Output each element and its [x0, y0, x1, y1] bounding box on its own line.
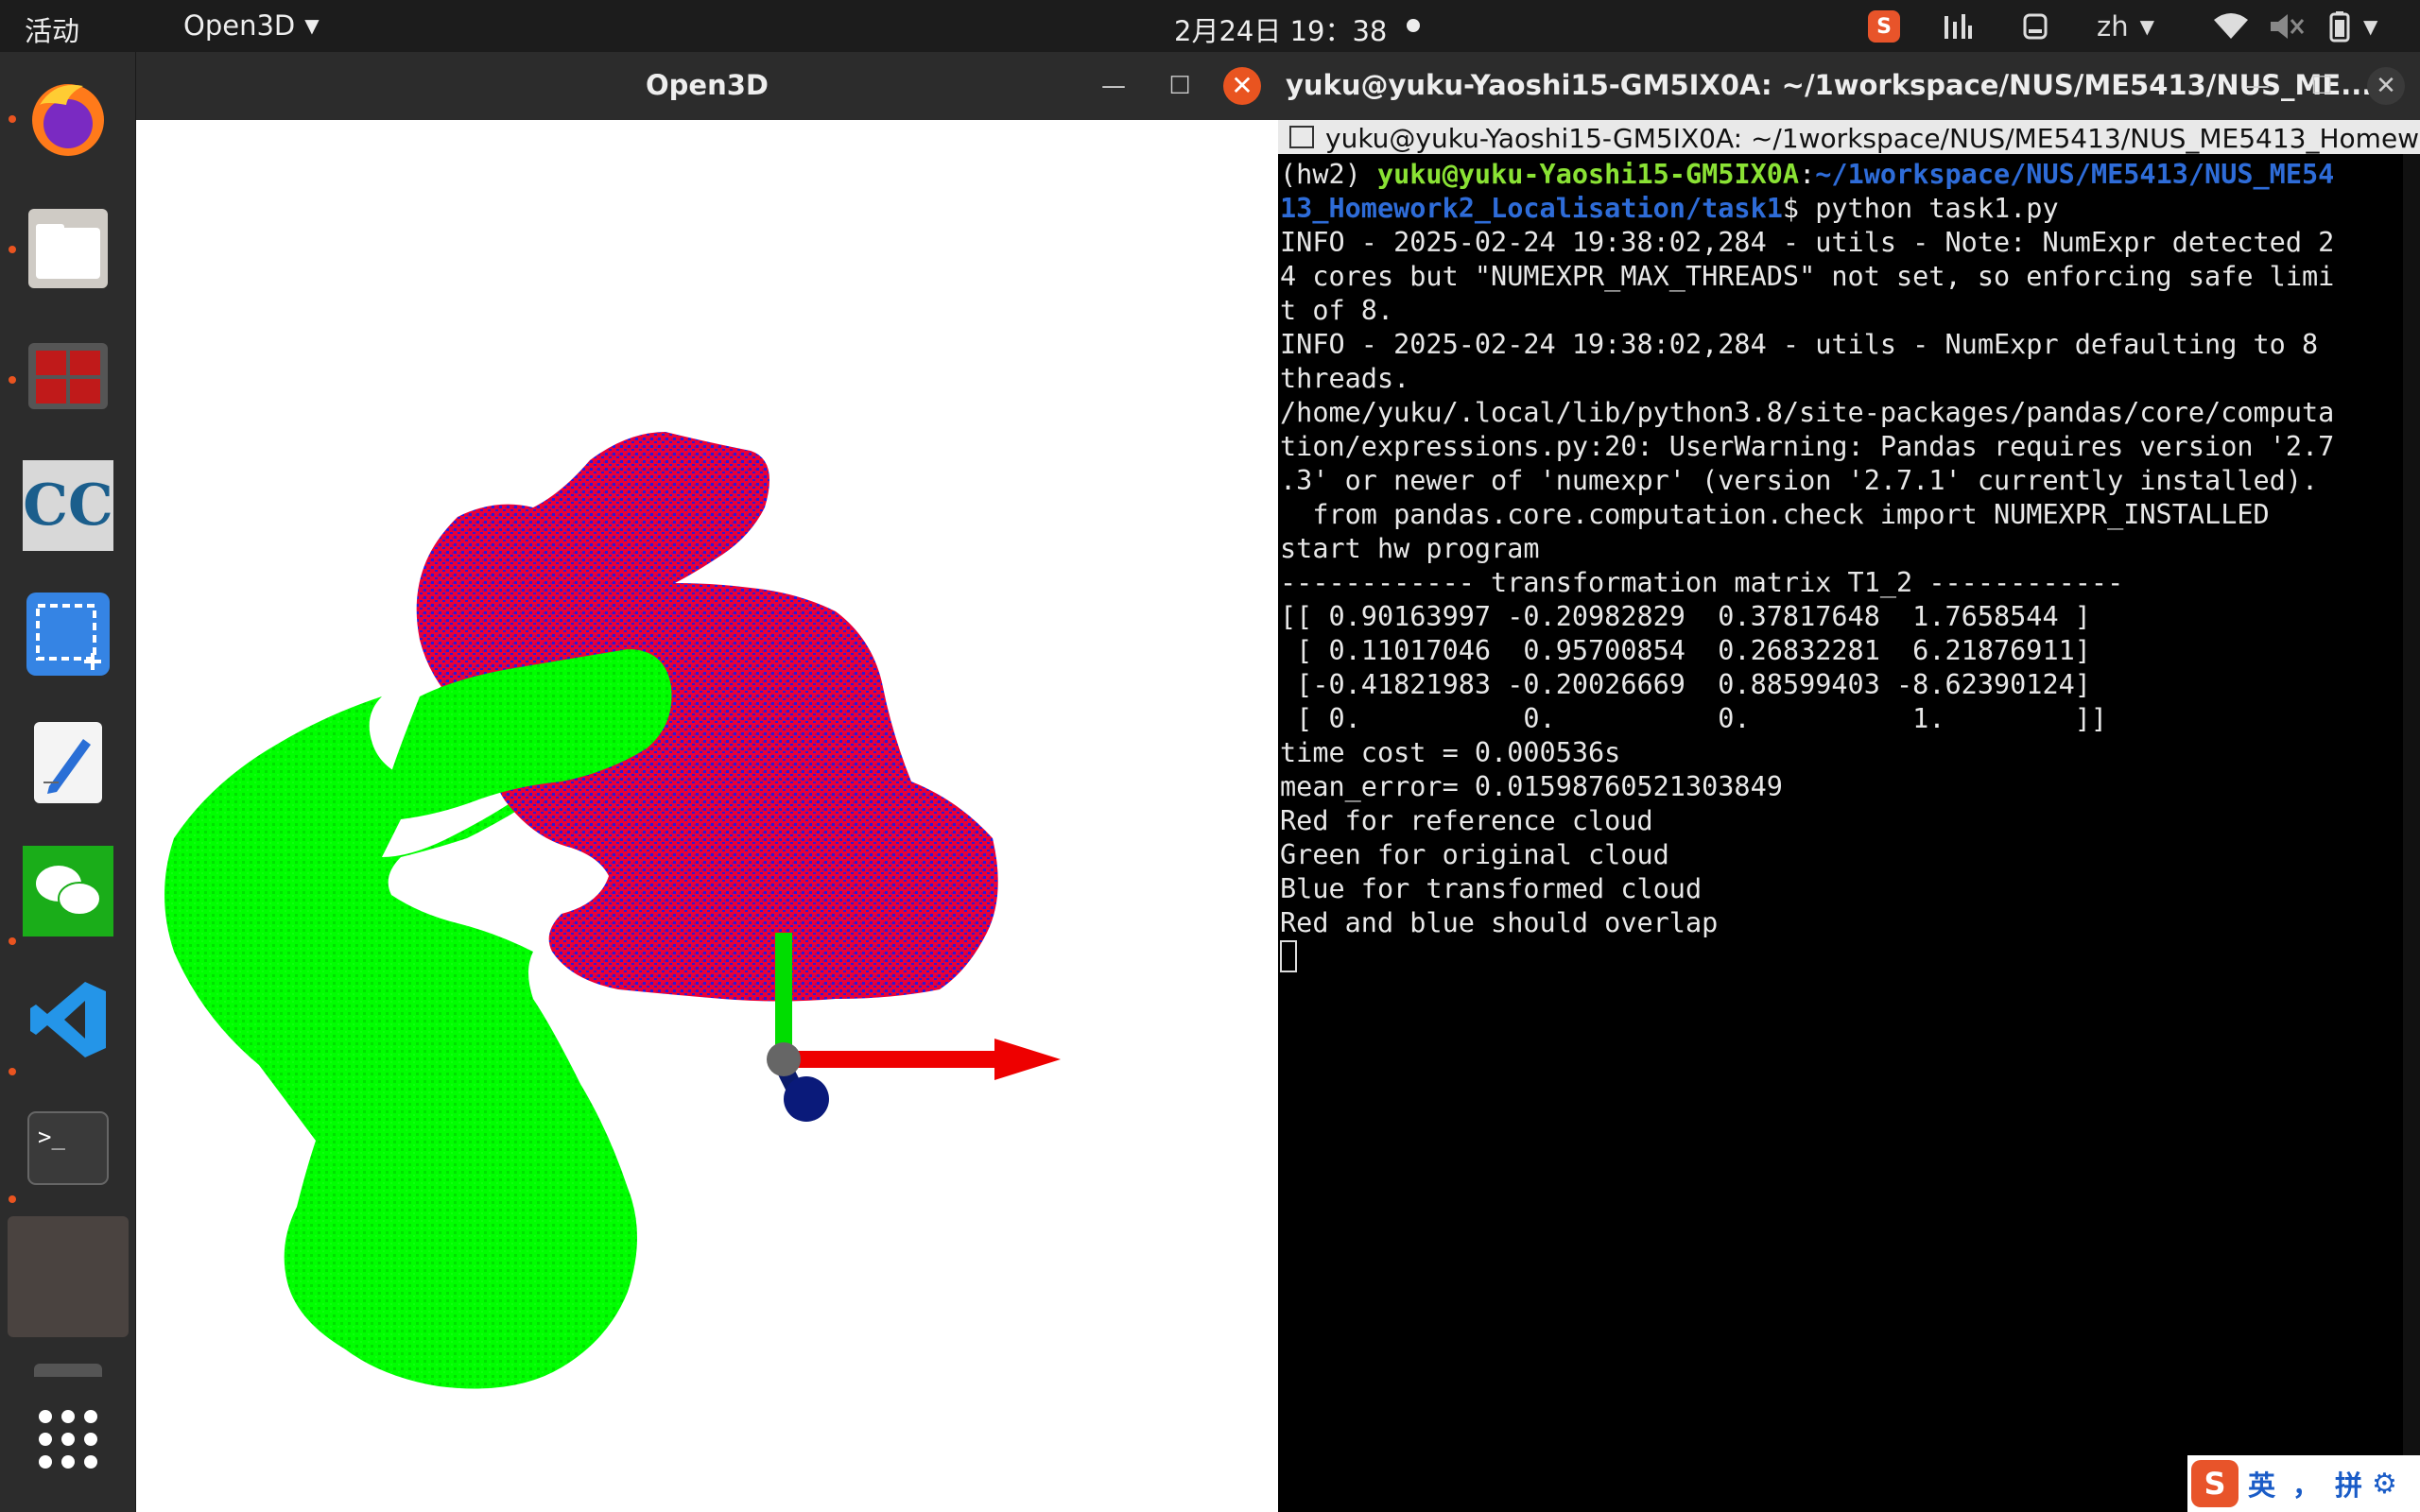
terminal-line: tion/expressions.py:20: UserWarning: Pan… — [1280, 431, 2335, 462]
prompt-colon: : — [1799, 159, 1816, 190]
notification-dot-icon — [1407, 19, 1420, 32]
z-axis-head — [784, 1076, 829, 1122]
ime-toolbar[interactable]: S 英 ， 拼 ⚙ — [2187, 1455, 2420, 1512]
x-axis — [790, 1051, 998, 1068]
prompt-path: ~/1workspace/NUS/ME5413/NUS_ME54 — [1815, 159, 2335, 190]
terminal-window: yuku@yuku-Yaoshi15-GM5IX0A: ~/1workspace… — [1278, 52, 2420, 1512]
terminal-line: INFO - 2025-02-24 19:38:02,284 - utils -… — [1280, 329, 2319, 360]
language-label: zh — [2097, 10, 2129, 43]
terminal-line: INFO - 2025-02-24 19:38:02,284 - utils -… — [1280, 227, 2335, 258]
app-menu-label: Open3D — [183, 9, 296, 42]
terminal-line: Blue for transformed cloud — [1280, 873, 1703, 904]
terminal-output[interactable]: (hw2) yuku@yuku-Yaoshi15-GM5IX0A:~/1work… — [1280, 158, 2401, 975]
close-button[interactable]: ✕ — [1223, 67, 1261, 105]
terminator-icon[interactable] — [23, 332, 113, 422]
terminal-line: [ 0.11017046 0.95700854 0.26832281 6.218… — [1296, 635, 2091, 666]
x-axis-arrowhead — [994, 1039, 1061, 1080]
maximize-button[interactable]: ☐ — [2305, 69, 2339, 103]
sogou-tray-icon[interactable]: S — [1868, 8, 1900, 45]
files-icon[interactable] — [23, 203, 113, 294]
dock-scroll-indicator — [34, 1364, 102, 1377]
ime-mode[interactable]: 英 — [2248, 1464, 2275, 1503]
output-lines: INFO - 2025-02-24 19:38:02,284 - utils -… — [1280, 227, 2334, 938]
terminal-line: ------------ transformation matrix T1_2 … — [1280, 567, 2124, 598]
ime-punct[interactable]: ， — [2292, 1464, 2320, 1503]
top-bar: 活动 Open3D ▼ 2月24日 19：38 S zh ▼ ▼ — [0, 0, 2420, 52]
terminal-line: t of 8. — [1280, 295, 1394, 326]
y-axis — [775, 933, 792, 1059]
language-menu[interactable]: zh ▼ — [2097, 8, 2154, 45]
terminal-line: Red and blue should overlap — [1280, 907, 1719, 938]
command: $ python task1.py — [1782, 193, 2059, 224]
minimize-button[interactable]: — — [2240, 69, 2274, 103]
terminal-line: start hw program — [1280, 533, 1540, 564]
terminal-line: mean_error= 0.01598760521303849 — [1280, 771, 1783, 802]
prompt-path-cont: 13_Homework2_Localisation/task1 — [1280, 193, 1783, 224]
screenshot-icon[interactable] — [23, 589, 113, 679]
frame-origin — [767, 1042, 801, 1076]
terminal-line: Red for reference cloud — [1280, 805, 1653, 836]
open3d-viewport[interactable] — [136, 120, 1278, 1512]
clock[interactable]: 2月24日 19：38 — [1174, 9, 1387, 49]
prompt-env: (hw2) — [1280, 159, 1377, 190]
wifi-icon[interactable] — [2212, 8, 2250, 45]
open3d-window: Open3D — ☐ ✕ — [136, 52, 1278, 1512]
running-indicator — [9, 1195, 16, 1203]
terminal-line: [-0.41821983 -0.20026669 0.88599403 -8.6… — [1296, 669, 2091, 700]
terminal-line: time cost = 0.000536s — [1280, 737, 1621, 768]
firefox-icon[interactable] — [23, 73, 113, 163]
terminal-titlebar[interactable]: yuku@yuku-Yaoshi15-GM5IX0A: ~/1workspace… — [1278, 52, 2420, 120]
prompt-user: yuku@yuku-Yaoshi15-GM5IX0A — [1376, 159, 1800, 190]
battery-icon[interactable]: ▼ — [2322, 8, 2377, 45]
text-editor-icon[interactable] — [23, 717, 113, 808]
terminal-line: [ 0. 0. 0. 1. ]] — [1296, 703, 2108, 734]
maximize-button[interactable]: ☐ — [1163, 69, 1197, 103]
chevron-down-icon: ▼ — [2139, 15, 2154, 38]
svg-text:>_: >_ — [38, 1124, 65, 1150]
running-indicator — [9, 937, 16, 945]
chevron-down-icon: ▼ — [304, 14, 320, 37]
ime-scheme[interactable]: 拼 — [2335, 1464, 2362, 1503]
terminal-tab-label: yuku@yuku-Yaoshi15-GM5IX0A: ~/1workspace… — [1325, 123, 2420, 154]
running-indicator — [9, 246, 16, 253]
terminal-scrollbar[interactable] — [2403, 154, 2420, 1512]
terminal-line: /home/yuku/.local/lib/python3.8/site-pac… — [1280, 397, 2335, 428]
wechat-icon[interactable] — [23, 846, 113, 936]
settings-gear-icon[interactable]: ⚙ — [2372, 1468, 2397, 1501]
app-menu[interactable]: Open3D ▼ — [183, 9, 320, 42]
running-indicator — [9, 376, 16, 384]
sogou-logo-icon: S — [2191, 1460, 2238, 1507]
running-indicator — [9, 115, 16, 123]
terminal-line: threads. — [1280, 363, 1410, 394]
terminal-line: 4 cores but "NUMEXPR_MAX_THREADS" not se… — [1280, 261, 2335, 292]
minimize-button[interactable]: — — [1097, 69, 1131, 103]
terminal-tab[interactable]: yuku@yuku-Yaoshi15-GM5IX0A: ~/1workspace… — [1278, 120, 2420, 154]
terminal-title: yuku@yuku-Yaoshi15-GM5IX0A: ~/1workspace… — [1286, 69, 2373, 101]
chevron-down-icon: ▼ — [2363, 15, 2378, 38]
terminal-line: .3' or newer of 'numexpr' (version '2.7.… — [1280, 465, 2319, 496]
opencore-icon[interactable]: CC — [23, 460, 113, 551]
vscode-icon[interactable] — [23, 974, 113, 1065]
running-indicator — [9, 1068, 16, 1075]
terminal-line: [[ 0.90163997 -0.20982829 0.37817648 1.7… — [1280, 601, 2091, 632]
terminal-line: from pandas.core.computation.check impor… — [1312, 499, 2270, 530]
svg-text:CC: CC — [23, 472, 113, 539]
terminal-icon[interactable]: >_ — [23, 1103, 113, 1194]
device-icon[interactable] — [2019, 8, 2051, 45]
activities-button[interactable]: 活动 — [25, 9, 79, 49]
system-monitor-icon[interactable] — [1942, 8, 1974, 45]
terminal-cursor — [1280, 940, 1297, 972]
open3d-titlebar[interactable]: Open3D — ☐ ✕ — [136, 52, 1278, 120]
close-button[interactable]: ✕ — [2367, 67, 2405, 105]
dock: CC >_ — [0, 52, 136, 1512]
terminal-tab-icon — [1289, 126, 1314, 148]
open3d-app-icon[interactable] — [8, 1216, 129, 1337]
show-apps-icon[interactable] — [23, 1394, 113, 1485]
volume-muted-icon[interactable] — [2267, 8, 2305, 45]
terminal-line: Green for original cloud — [1280, 839, 1669, 870]
